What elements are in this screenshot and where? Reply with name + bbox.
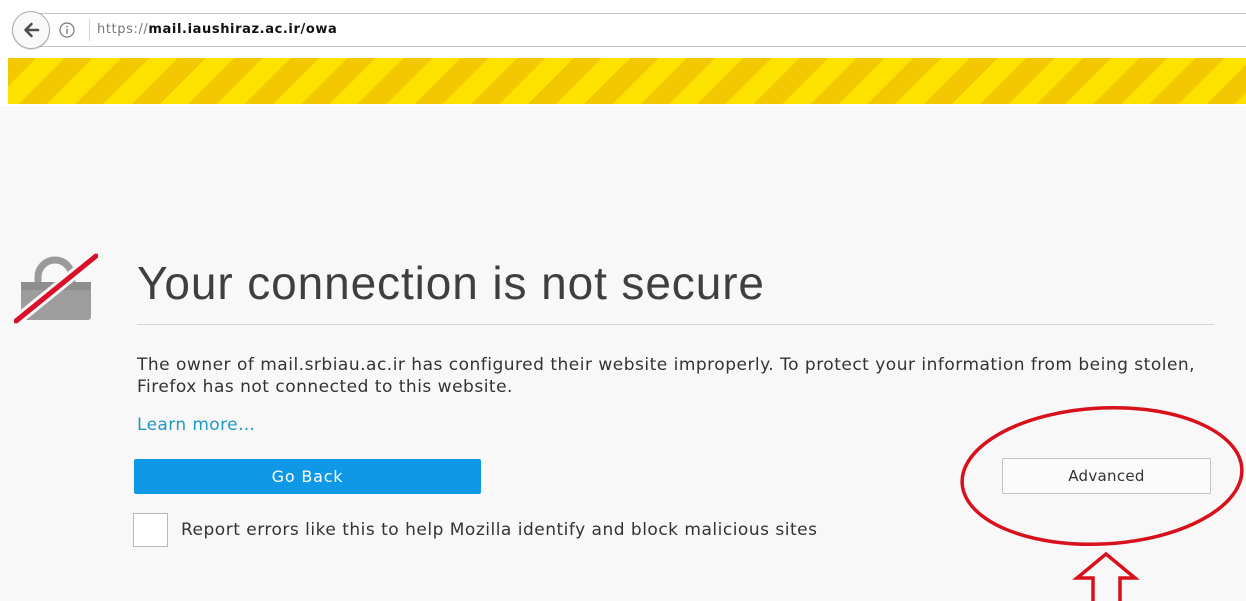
url-text[interactable]: https://mail.iaushiraz.ac.ir/owa <box>97 13 337 47</box>
browser-toolbar: https://mail.iaushiraz.ac.ir/owa <box>0 0 1246 106</box>
info-icon[interactable] <box>59 22 75 38</box>
page-title: Your connection is not secure <box>137 257 765 309</box>
annotation-up-arrow-icon <box>1072 551 1140 601</box>
title-divider <box>137 324 1214 325</box>
learn-more-link[interactable]: Learn more… <box>137 414 255 436</box>
url-path: /owa <box>300 22 338 37</box>
back-arrow-icon <box>24 22 40 38</box>
url-host: mail.iaushiraz.ac.ir <box>148 22 301 37</box>
go-back-button[interactable]: Go Back <box>134 459 481 494</box>
error-description: The owner of mail.srbiau.ac.ir has confi… <box>137 355 1196 397</box>
url-scheme: https:// <box>97 22 149 37</box>
report-errors-checkbox[interactable] <box>133 513 168 547</box>
advanced-button[interactable]: Advanced <box>1002 458 1211 494</box>
back-button[interactable] <box>12 11 50 49</box>
url-bar-separator <box>89 19 90 41</box>
report-errors-label: Report errors like this to help Mozilla … <box>181 520 818 540</box>
broken-lock-icon <box>14 251 98 324</box>
warning-stripe-banner <box>8 58 1246 104</box>
